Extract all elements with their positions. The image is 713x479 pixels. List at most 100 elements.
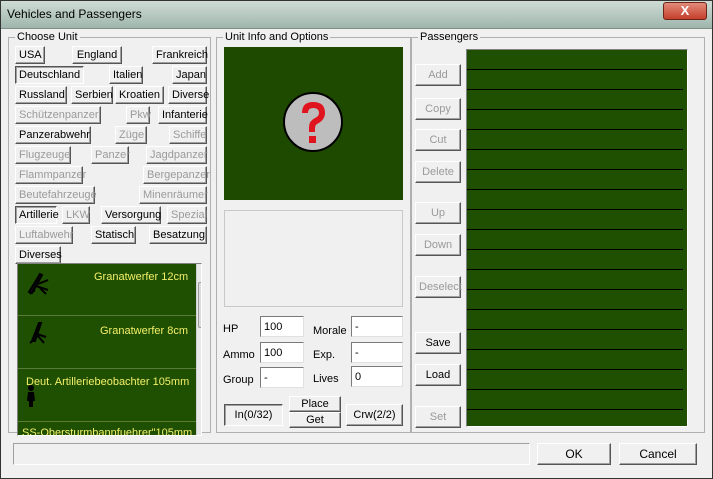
category-luftabwehr-button[interactable]: Luftabwehr	[15, 226, 73, 244]
ok-button[interactable]: OK	[537, 443, 611, 465]
mortar-icon	[29, 322, 47, 344]
passenger-row[interactable]	[467, 410, 683, 426]
passenger-row[interactable]	[467, 370, 683, 390]
hp-input[interactable]	[260, 316, 304, 337]
passenger-row[interactable]	[467, 250, 683, 270]
passenger-row[interactable]	[467, 90, 683, 110]
choose-unit-group: Choose Unit USA England Frankreich Deutschl…	[8, 31, 211, 436]
category-diverses-button[interactable]: Diverses	[15, 246, 62, 264]
unit-preview	[224, 47, 403, 200]
passenger-set-button[interactable]: Set	[415, 406, 461, 428]
window-title: Vehicles and Passengers	[7, 7, 142, 21]
category-artillerie-button[interactable]: Artillerie	[15, 206, 59, 224]
category-panzerabwehr-button[interactable]: Panzerabwehr	[15, 126, 91, 144]
passenger-row[interactable]	[467, 210, 683, 230]
place-button[interactable]: Place	[289, 396, 341, 412]
scroll-thumb[interactable]	[198, 282, 201, 328]
nation-frankreich-button[interactable]: Frankreich	[152, 46, 208, 64]
hp-label: HP	[223, 323, 239, 335]
nation-russland-button[interactable]: Russland	[15, 86, 67, 104]
passenger-cut-button[interactable]: Cut	[415, 129, 461, 151]
category-besatzung-button[interactable]: Besatzung	[149, 226, 207, 244]
unit-row[interactable]: Granatwerfer 8cm	[18, 317, 196, 369]
category-zuge-button[interactable]: Züge	[115, 126, 147, 144]
unit-info-legend: Unit Info and Options	[223, 31, 331, 43]
unit-row[interactable]: SS-Obersturmbannfuehrer"105mm	[18, 423, 196, 436]
morale-input[interactable]	[351, 316, 403, 337]
choose-unit-legend: Choose Unit	[15, 31, 80, 43]
in-count-button[interactable]: In(0/32)	[224, 404, 283, 426]
morale-label: Morale	[313, 325, 347, 337]
passenger-up-button[interactable]: Up	[415, 202, 461, 224]
category-schutzenpanzer-button[interactable]: Schützenpanzer	[15, 106, 101, 124]
nation-deutschland-button[interactable]: Deutschland	[15, 66, 84, 84]
passenger-row[interactable]	[467, 290, 683, 310]
category-statisch-button[interactable]: Statisch	[91, 226, 136, 244]
scroll-down-icon[interactable]: ▼	[197, 423, 201, 435]
category-panzer-button[interactable]: Panzer	[91, 146, 130, 164]
exp-label: Exp.	[313, 349, 336, 361]
group-input[interactable]	[260, 367, 304, 388]
category-spezial-button[interactable]: Spezial	[167, 206, 207, 224]
passenger-row[interactable]	[467, 170, 683, 190]
passenger-row[interactable]	[467, 70, 683, 90]
title-bar[interactable]: Vehicles and Passengers X	[1, 1, 712, 29]
nation-usa-button[interactable]: USA	[15, 46, 45, 64]
passenger-deselect-button[interactable]: Deselect	[415, 276, 462, 298]
nation-japan-button[interactable]: Japan	[172, 66, 207, 84]
category-infanterie-button[interactable]: Infanterie	[158, 106, 208, 124]
mortar-icon	[27, 272, 49, 295]
passenger-row[interactable]	[467, 270, 683, 290]
lives-label: Lives	[313, 373, 339, 385]
unit-list-scrollbar[interactable]: ▲ ▼	[196, 264, 201, 435]
unit-row[interactable]: Granatwerfer 12cm	[18, 264, 196, 316]
get-button[interactable]: Get	[289, 412, 341, 428]
category-schiffe-button[interactable]: Schiffe	[169, 126, 207, 144]
passenger-row[interactable]	[467, 330, 683, 350]
nation-kroatien-button[interactable]: Kroatien	[115, 86, 164, 104]
passenger-load-button[interactable]: Load	[415, 364, 461, 386]
category-flammpanzer-button[interactable]: Flammpanzer	[15, 166, 86, 184]
passenger-row[interactable]	[467, 350, 683, 370]
passenger-row[interactable]	[467, 230, 683, 250]
category-lkw-button[interactable]: LKW	[62, 206, 90, 224]
unit-row[interactable]: Deut. Artilleriebeobachter 105mm	[18, 370, 196, 422]
category-versorgung-button[interactable]: Versorgung	[101, 206, 161, 224]
crew-count-button[interactable]: Crw(2/2)	[346, 404, 403, 426]
unit-list[interactable]: Granatwerfer 12cm Granatwerfer 8cm Deut.…	[17, 263, 202, 436]
nation-italien-button[interactable]: Italien	[109, 66, 143, 84]
lives-input[interactable]	[351, 366, 403, 387]
passenger-row[interactable]	[467, 310, 683, 330]
passenger-down-button[interactable]: Down	[415, 234, 461, 256]
cancel-button[interactable]: Cancel	[619, 443, 697, 465]
close-button[interactable]: X	[663, 2, 707, 20]
category-beutefahrzeuge-button[interactable]: Beutefahrzeuge	[15, 186, 97, 204]
scroll-up-icon[interactable]: ▲	[197, 264, 201, 278]
nation-diverse-button[interactable]: Diverse	[168, 86, 209, 104]
passenger-add-button[interactable]: Add	[415, 64, 461, 86]
passenger-delete-button[interactable]: Delete	[415, 161, 461, 183]
unit-name: Granatwerfer 12cm	[94, 271, 189, 283]
passenger-copy-button[interactable]: Copy	[415, 98, 461, 120]
vehicles-passengers-dialog: Vehicles and Passengers X Choose Unit US…	[0, 0, 713, 479]
exp-input[interactable]	[351, 342, 403, 363]
passenger-row[interactable]	[467, 390, 683, 410]
passenger-list-scrollbar[interactable]: ▲ ▼	[687, 50, 688, 427]
nation-serbien-button[interactable]: Serbien	[71, 86, 113, 104]
ammo-input[interactable]	[260, 342, 304, 363]
passenger-row[interactable]	[467, 150, 683, 170]
nation-england-button[interactable]: England	[72, 46, 122, 64]
passenger-row[interactable]	[467, 190, 683, 210]
passenger-row[interactable]	[467, 50, 683, 70]
unit-name: SS-Obersturmbannfuehrer"105mm	[22, 427, 193, 436]
category-flugzeuge-button[interactable]: Flugzeuge	[15, 146, 71, 164]
ammo-label: Ammo	[223, 349, 255, 361]
category-jagdpanzer-button[interactable]: Jagdpanzer	[146, 146, 208, 164]
category-bergepanzer-button[interactable]: Bergepanzer	[143, 166, 210, 184]
passenger-list[interactable]: ▲ ▼	[466, 49, 688, 427]
passenger-row[interactable]	[467, 130, 683, 150]
category-minenraumer-button[interactable]: Minenräumer	[139, 186, 208, 204]
passenger-save-button[interactable]: Save	[415, 332, 461, 354]
passenger-row[interactable]	[467, 110, 683, 130]
category-pkw-button[interactable]: Pkw	[126, 106, 151, 124]
